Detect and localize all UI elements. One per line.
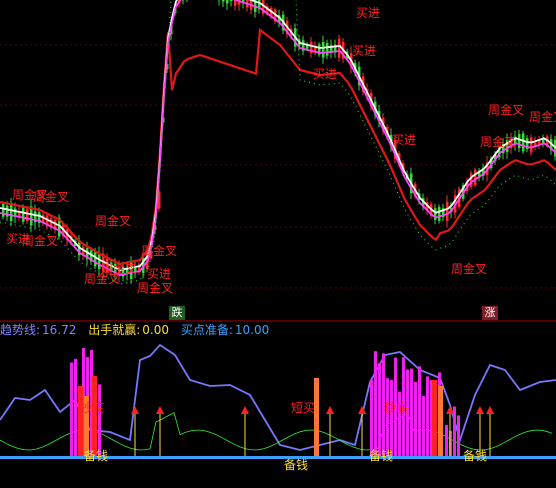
exit-value: 0.00 xyxy=(142,323,169,337)
exit-label: 出手就赢: xyxy=(88,323,141,337)
histogram-bar xyxy=(378,363,381,456)
signal-bar xyxy=(432,380,437,456)
up-arrow-icon xyxy=(156,406,164,414)
histogram-bar xyxy=(414,382,417,456)
marker-up: 涨 xyxy=(482,306,498,320)
up-arrow-icon xyxy=(446,406,454,414)
candle-body xyxy=(226,0,229,4)
signal-bar xyxy=(78,386,83,456)
candle-body xyxy=(438,207,441,221)
candle-body xyxy=(2,203,5,217)
histogram-bar xyxy=(390,379,393,456)
signal-bar xyxy=(438,386,443,456)
label-short-buy: 短买 xyxy=(291,401,316,415)
up-arrow-icon xyxy=(476,406,484,414)
up-arrow-icon xyxy=(326,406,334,414)
up-arrow-icon xyxy=(131,406,139,414)
label-buy-6: 买进 xyxy=(392,133,417,147)
candle-body xyxy=(230,0,233,1)
label-wk-cross-7: 周金叉 xyxy=(84,272,121,286)
label-wk-cross-10: 周金叉 xyxy=(529,110,556,124)
label-buy-2: 买进 xyxy=(147,267,172,281)
chart-window: 跌 涨 周金叉 周金叉 买进 周金叉 周金叉 周金叉 周金叉 周金叉 买进 周金… xyxy=(0,0,556,488)
label-prep-1: 备钱 xyxy=(84,449,109,463)
ma-red-line xyxy=(0,27,556,266)
candle-body xyxy=(222,0,225,2)
histogram-bar xyxy=(445,425,448,456)
label-wk-cross-9: 周金叉 xyxy=(488,103,525,117)
label-wk-cross-2: 周金叉 xyxy=(33,190,70,204)
label-wk-cross-12: 周金叉 xyxy=(451,262,488,276)
histogram-bar xyxy=(98,384,101,456)
histogram-bar xyxy=(418,366,421,456)
marker-down: 跌 xyxy=(169,306,185,320)
label-prep-3: 备钱 xyxy=(369,449,394,463)
candle-body xyxy=(530,137,533,153)
candle-body xyxy=(22,207,25,222)
label-wk-cross-8: 周金叉 xyxy=(137,281,174,295)
histogram-bar xyxy=(410,368,413,456)
label-buy-4: 买进 xyxy=(352,44,377,58)
candle-body xyxy=(518,134,521,148)
histogram-bar xyxy=(70,362,73,456)
label-prep-2: 备钱 xyxy=(284,458,309,472)
up-arrow-icon xyxy=(241,406,249,414)
candle-body xyxy=(326,43,329,56)
signal-bar xyxy=(92,376,97,456)
indicator-header: 趋势线: 16.72 出手就赢: 0.00 买点准备: 10.00 xyxy=(0,322,271,338)
label-wk-cross-3: 周金叉 xyxy=(22,234,59,248)
ma-purple-line xyxy=(0,0,556,276)
candle-body xyxy=(446,201,449,222)
trend-label: 趋势线: xyxy=(0,323,41,337)
histogram-bar xyxy=(426,376,429,456)
histogram-bar xyxy=(74,358,77,456)
ma-white-line xyxy=(0,0,556,271)
candle-body xyxy=(322,41,325,58)
histogram-bar xyxy=(422,395,425,456)
histogram-bar xyxy=(457,415,460,456)
label-wk-cross-11: 周金叉 xyxy=(480,135,517,149)
histogram-bar xyxy=(370,379,373,456)
candle-body xyxy=(338,38,341,58)
label-prep-4: 备钱 xyxy=(463,449,488,463)
candle-body xyxy=(10,202,13,222)
prep-value: 10.00 xyxy=(234,323,270,337)
histogram-bar xyxy=(374,351,377,456)
label-wk-cross-5: 周金叉 xyxy=(141,244,178,258)
up-arrow-icon xyxy=(486,406,494,414)
label-buy-5: 买进 xyxy=(313,67,338,81)
candle-body xyxy=(522,133,525,152)
signal-bar xyxy=(314,378,319,456)
prep-label: 买点准备: xyxy=(180,323,233,337)
label-bottom-2: 抄底 xyxy=(384,401,409,415)
histogram-bar xyxy=(386,378,389,456)
candle-body xyxy=(474,169,477,185)
label-bottom-1: 抄底 xyxy=(80,401,105,415)
label-wk-cross-4: 周金叉 xyxy=(95,214,132,228)
label-buy-3: 买进 xyxy=(356,6,381,20)
trend-value: 16.72 xyxy=(42,323,77,337)
